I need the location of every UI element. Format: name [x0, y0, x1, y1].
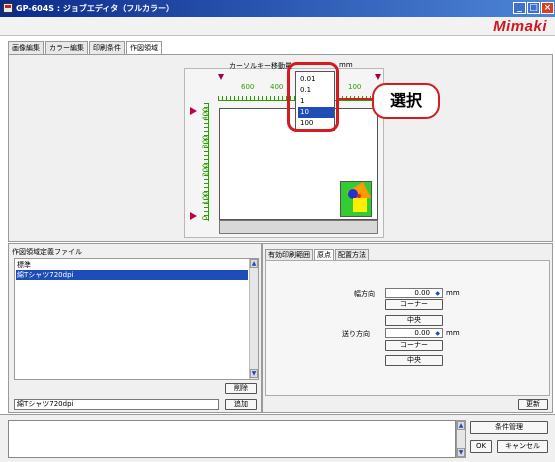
tab-drawing-area[interactable]: 作図領域	[126, 41, 162, 55]
tab-layout-method[interactable]: 配置方法	[335, 249, 369, 260]
title-bar: GP-604S : ジョブエディタ（フルカラー） _ □ ×	[0, 0, 555, 17]
callout-highlight	[287, 62, 339, 132]
definition-file-list[interactable]: 標準 綿Tシャツ720dpi ▲ ▼	[14, 258, 259, 380]
cursor-step-label: カーソルキー移動量	[229, 62, 292, 70]
condition-management-button[interactable]: 条件管理	[470, 421, 548, 434]
minimize-icon[interactable]: _	[513, 2, 526, 14]
scroll-down-icon[interactable]: ▼	[250, 369, 258, 378]
maximize-icon[interactable]: □	[527, 2, 540, 14]
scroll-down-icon[interactable]: ▼	[457, 448, 465, 457]
width-direction-label: 幅方向	[354, 290, 375, 298]
spin-icon[interactable]: ◆	[435, 329, 440, 338]
tab-color-edit[interactable]: カラー編集	[45, 41, 88, 54]
top-left-marker-icon	[218, 74, 224, 80]
width-direction-value: 0.00	[414, 289, 430, 297]
left-bottom-marker-icon	[190, 212, 197, 220]
width-direction-field[interactable]: 0.00 ◆	[385, 288, 443, 298]
logo-bar: Mimaki	[0, 17, 555, 36]
left-top-marker-icon	[190, 107, 197, 115]
tab-origin[interactable]: 原点	[314, 249, 334, 260]
app-icon	[3, 3, 13, 13]
update-button[interactable]: 更新	[518, 399, 548, 410]
ruler-left-200: 200	[201, 163, 210, 177]
ruler-top-100: 100	[348, 83, 362, 91]
tab-print-conditions[interactable]: 印刷条件	[89, 41, 125, 54]
ok-button[interactable]: OK	[470, 440, 492, 453]
mimaki-logo: Mimaki	[493, 18, 547, 35]
feed-direction-field[interactable]: 0.00 ◆	[385, 328, 443, 338]
ruler-left-0: 0	[201, 215, 210, 221]
callout-connector	[339, 98, 373, 100]
scroll-up-icon[interactable]: ▲	[457, 421, 465, 430]
cursor-step-unit: mm	[339, 61, 353, 69]
tab-image-edit[interactable]: 画像編集	[8, 41, 44, 54]
delete-button[interactable]: 削除	[225, 383, 257, 394]
ruler-left-100: 100	[201, 191, 210, 205]
width-unit: mm	[446, 289, 460, 297]
feed-direction-label: 送り方向	[342, 330, 370, 338]
list-scrollbar[interactable]: ▲ ▼	[249, 259, 258, 379]
add-button[interactable]: 追加	[225, 399, 257, 410]
message-scrollbar[interactable]: ▲ ▼	[456, 420, 466, 458]
close-icon[interactable]: ×	[541, 2, 554, 14]
spin-icon[interactable]: ◆	[435, 289, 440, 298]
ruler-top-600: 600	[241, 83, 255, 91]
feed-center-button[interactable]: 中央	[385, 355, 443, 366]
ruler-left-300: 300	[201, 135, 210, 149]
origin-subtabs: 有効印刷範囲 原点 配置方法	[265, 249, 370, 260]
width-center-button[interactable]: 中央	[385, 315, 443, 326]
tab-valid-print-range[interactable]: 有効印刷範囲	[265, 249, 313, 260]
definition-file-title: 作図領域定義ファイル	[12, 248, 82, 256]
scroll-up-icon[interactable]: ▲	[250, 259, 258, 268]
ruler-left-400: 400	[201, 107, 210, 121]
print-area-margin	[219, 220, 378, 234]
callout-label: 選択	[372, 83, 440, 119]
message-box	[8, 420, 456, 458]
ruler-top-400: 400	[270, 83, 284, 91]
definition-name-field[interactable]: 綿Tシャツ720dpi	[14, 399, 219, 410]
feed-direction-value: 0.00	[414, 329, 430, 337]
width-corner-button[interactable]: コーナー	[385, 299, 443, 310]
top-right-marker-icon	[375, 74, 381, 80]
feed-corner-button[interactable]: コーナー	[385, 340, 443, 351]
feed-unit: mm	[446, 329, 460, 337]
image-thumbnail[interactable]	[340, 181, 372, 217]
list-item-selected[interactable]: 綿Tシャツ720dpi	[16, 270, 248, 280]
cancel-button[interactable]: キャンセル	[497, 440, 548, 453]
window-title: GP-604S : ジョブエディタ（フルカラー）	[16, 4, 175, 13]
list-item[interactable]: 標準	[16, 260, 248, 270]
main-tabs: 画像編集 カラー編集 印刷条件 作図領域	[8, 41, 163, 55]
